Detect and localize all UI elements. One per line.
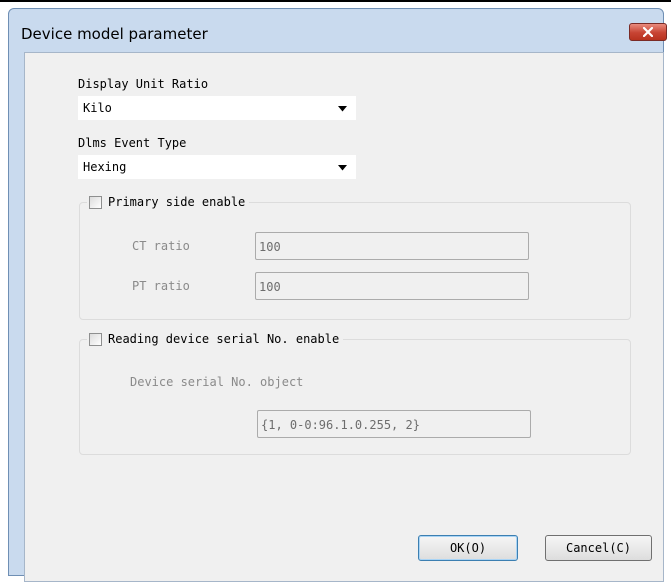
chevron-down-icon — [338, 165, 347, 171]
top-border-line — [0, 0, 671, 2]
pt-ratio-label: PT ratio — [132, 279, 190, 293]
serial-enable-label: Reading device serial No. enable — [108, 332, 340, 346]
pt-ratio-input[interactable]: 100 — [255, 272, 529, 300]
ok-button[interactable]: OK(O) — [418, 535, 518, 561]
serial-enable-checkbox[interactable]: Reading device serial No. enable — [87, 331, 344, 347]
ct-ratio-value: 100 — [259, 240, 281, 254]
pt-ratio-value: 100 — [259, 280, 281, 294]
primary-side-label: Primary side enable — [108, 195, 246, 209]
display-unit-ratio-select[interactable]: Kilo — [78, 96, 356, 120]
dlms-event-type-value: Hexing — [83, 160, 127, 174]
checkbox-icon — [89, 332, 102, 346]
dialog-client-area: Display Unit Ratio Kilo Dlms Event Type … — [24, 52, 664, 582]
close-button[interactable] — [629, 23, 667, 41]
serial-object-value: {1, 0-0:96.1.0.255, 2} — [261, 418, 420, 432]
serial-object-label: Device serial No. object — [130, 375, 304, 389]
display-unit-ratio-value: Kilo — [83, 101, 112, 115]
dlms-event-type-select[interactable]: Hexing — [78, 155, 356, 179]
serial-object-input[interactable]: {1, 0-0:96.1.0.255, 2} — [257, 410, 531, 438]
chevron-down-icon — [338, 106, 347, 112]
ct-ratio-label: CT ratio — [132, 239, 190, 253]
dialog-title: Device model parameter — [21, 25, 208, 43]
close-x-icon — [643, 27, 653, 37]
checkbox-icon — [89, 195, 102, 209]
primary-side-checkbox[interactable]: Primary side enable — [87, 194, 250, 210]
cancel-button[interactable]: Cancel(C) — [545, 535, 652, 561]
display-unit-ratio-label: Display Unit Ratio — [78, 77, 209, 91]
primary-side-group — [79, 202, 631, 320]
dialog-window: Device model parameter Display Unit Rati… — [8, 8, 667, 582]
ct-ratio-input[interactable]: 100 — [255, 232, 529, 260]
dlms-event-type-label: Dlms Event Type — [78, 136, 187, 150]
